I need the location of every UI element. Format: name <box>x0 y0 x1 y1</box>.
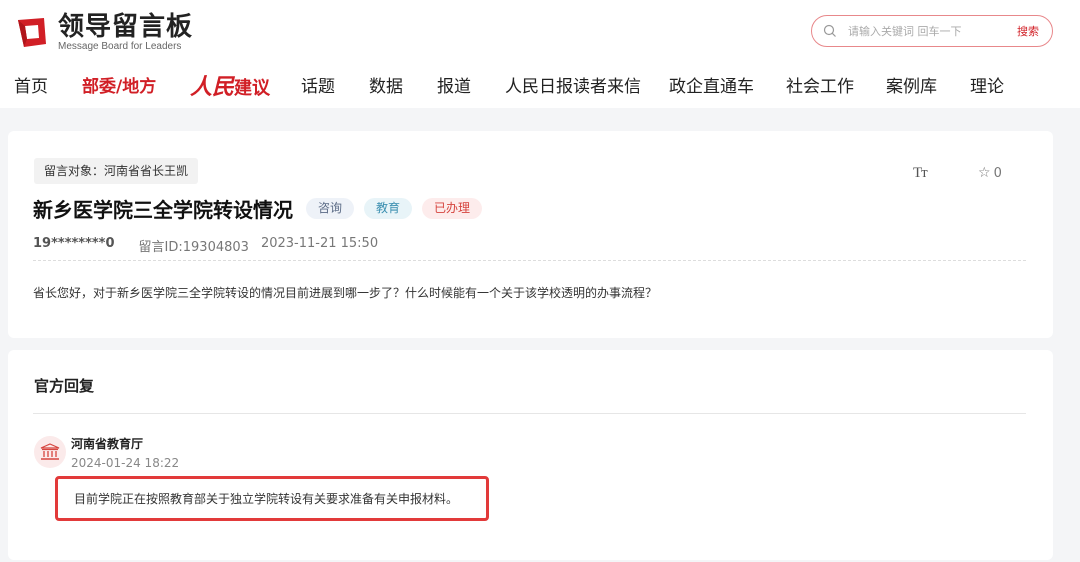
search-button[interactable]: 搜索 <box>1017 23 1039 39</box>
nav-item-data[interactable]: 数据 <box>369 72 403 97</box>
message-title: 新乡医学院三全学院转设情况 <box>33 198 293 222</box>
nav-item-enterprise-direct[interactable]: 政企直通车 <box>669 72 754 97</box>
message-datetime: 2023-11-21 15:50 <box>260 236 379 251</box>
status-badge: 已办理 <box>422 198 483 219</box>
type-badge: 咨询 <box>306 198 355 219</box>
search-icon[interactable] <box>823 24 837 38</box>
nav-item-social-work[interactable]: 社会工作 <box>786 72 854 97</box>
message-meta: 19********0 留言ID:19304803 2023-11-21 15:… <box>33 236 378 255</box>
message-user: 19********0 <box>33 236 115 251</box>
divider <box>33 413 1026 414</box>
nav-item-home[interactable]: 首页 <box>14 72 48 97</box>
message-id: 留言ID:19304803 <box>138 240 249 255</box>
nav-item-case-library[interactable]: 案例库 <box>886 72 937 97</box>
favorite-button[interactable]: ☆ 0 <box>978 165 1002 181</box>
nav-item-ministries-local[interactable]: 部委/地方 <box>82 72 156 97</box>
reply-datetime: 2024-01-24 18:22 <box>71 456 180 470</box>
category-badge: 教育 <box>364 198 413 219</box>
reply-text: 目前学院正在按照教育部关于独立学院转设有关要求准备有关申报材料。 <box>74 492 459 506</box>
nav-item-people-suggestions[interactable]: 人民建议 <box>190 69 270 101</box>
reply-org-name: 河南省教育厅 <box>71 437 144 451</box>
main-nav: 首页 部委/地方 人民建议 话题 数据 报道 人民日报读者来信 政企直通车 社会… <box>0 66 1080 104</box>
nav-brand-label: 建议 <box>234 78 271 99</box>
message-title-row: 新乡医学院三全学院转设情况 咨询 教育 已办理 <box>33 194 483 223</box>
nav-item-reports[interactable]: 报道 <box>437 72 471 97</box>
nav-brand-script: 人民 <box>190 74 235 100</box>
logo-mark-icon <box>18 18 46 47</box>
nav-item-topics[interactable]: 话题 <box>301 72 335 97</box>
reply-card: 官方回复 河南省教育厅 2024-01-24 18:22 目前学院正在按照教育部… <box>8 350 1053 560</box>
search-bar: 搜索 <box>811 15 1053 47</box>
government-building-icon <box>34 436 66 468</box>
reply-heading: 官方回复 <box>34 377 95 395</box>
site-logo[interactable]: 领导留言板 Message Board for Leaders <box>14 14 193 53</box>
message-target: 留言对象：河南省省长王凯 <box>34 158 199 184</box>
search-input[interactable] <box>848 21 1008 41</box>
star-outline-icon: ☆ <box>978 165 991 181</box>
logo-subtitle: Message Board for Leaders <box>58 41 182 52</box>
logo-title: 领导留言板 <box>58 12 194 42</box>
message-content: 省长您好，对于新乡医学院三全学院转设的情况目前进展到哪一步了？什么时候能有一个关… <box>33 286 658 300</box>
site-header: 领导留言板 Message Board for Leaders 搜索 首页 部委… <box>0 0 1080 108</box>
reply-highlight-box: 目前学院正在按照教育部关于独立学院转设有关要求准备有关申报材料。 <box>55 476 489 521</box>
divider <box>33 260 1026 261</box>
nav-item-reader-letters[interactable]: 人民日报读者来信 <box>505 72 641 97</box>
message-card: 留言对象：河南省省长王凯 Tт ☆ 0 新乡医学院三全学院转设情况 咨询 教育 … <box>8 131 1053 338</box>
font-size-icon[interactable]: Tт <box>913 165 928 182</box>
nav-item-theory[interactable]: 理论 <box>970 72 1004 97</box>
favorite-count: 0 <box>993 165 1002 181</box>
